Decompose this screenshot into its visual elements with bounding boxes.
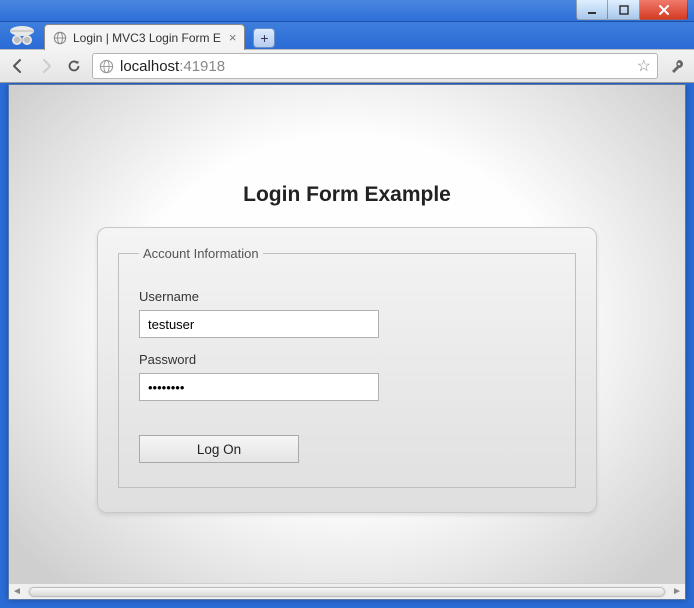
close-icon [658,5,670,15]
password-input[interactable] [139,373,379,401]
arrow-right-icon [38,58,54,74]
address-port: :41918 [179,58,225,75]
minimize-icon [587,5,597,15]
back-button[interactable] [8,56,28,76]
password-label: Password [139,352,555,367]
browser-toolbar: localhost:41918 ☆ [0,49,694,83]
scrollbar-thumb[interactable] [29,587,665,597]
username-input[interactable] [139,310,379,338]
page-viewport: Login Form Example Account Information U… [8,84,686,600]
maximize-icon [619,5,629,15]
window-buttons [576,0,688,20]
globe-icon [99,59,114,74]
tab-strip: Login | MVC3 Login Form E × + [0,22,694,50]
page-heading: Login Form Example [9,183,685,207]
address-text: localhost:41918 [120,58,631,75]
window-titlebar [0,0,694,22]
browser-tab[interactable]: Login | MVC3 Login Form E × [44,24,245,50]
plus-icon: + [260,30,268,46]
browser-menu-button[interactable] [666,56,686,76]
page-body: Login Form Example Account Information U… [9,85,685,599]
reload-icon [66,58,82,74]
account-fieldset: Account Information Username Password Lo… [118,246,576,488]
login-card: Account Information Username Password Lo… [97,227,597,513]
scroll-left-icon[interactable]: ◄ [9,584,25,600]
new-tab-button[interactable]: + [253,28,275,48]
window-close-button[interactable] [640,0,688,20]
username-label: Username [139,289,555,304]
horizontal-scrollbar[interactable]: ◄ ► [9,583,685,599]
wrench-icon [668,58,684,74]
window-maximize-button[interactable] [608,0,640,20]
reload-button[interactable] [64,56,84,76]
address-bar[interactable]: localhost:41918 ☆ [92,53,658,79]
incognito-icon [4,22,40,50]
forward-button[interactable] [36,56,56,76]
log-on-button[interactable]: Log On [139,435,299,463]
address-host: localhost [120,58,179,75]
fieldset-legend: Account Information [139,246,263,261]
scrollbar-track[interactable] [27,586,667,598]
page-favicon-icon [53,31,67,45]
scroll-right-icon[interactable]: ► [669,584,685,600]
arrow-left-icon [10,58,26,74]
bookmark-star-icon[interactable]: ☆ [637,56,651,76]
tab-title: Login | MVC3 Login Form E [73,31,221,45]
window-minimize-button[interactable] [576,0,608,20]
tab-close-button[interactable]: × [227,30,239,45]
